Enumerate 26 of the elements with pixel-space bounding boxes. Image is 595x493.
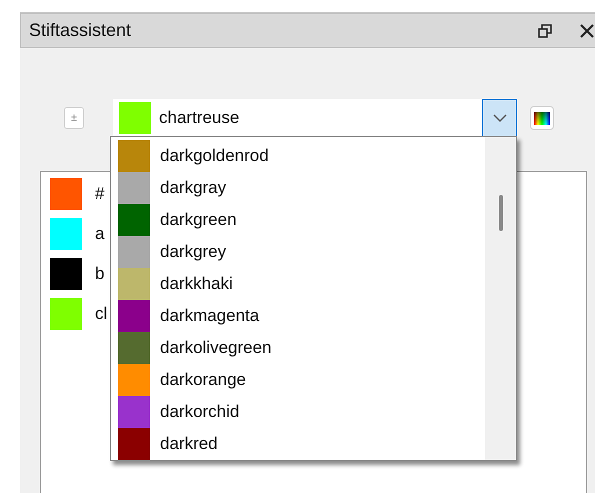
scrollbar-thumb[interactable] [498,195,502,231]
dropdown-item[interactable]: darkorange [118,364,485,396]
chevron-down-icon [492,114,506,122]
pen-label[interactable]: b [95,261,104,287]
panel-title: Stiftassistent [29,19,132,42]
dropdown-item[interactable]: darkkhaki [118,268,485,300]
dropdown-item[interactable]: darkgrey [118,236,485,268]
dropdown-item[interactable]: darkgray [118,172,485,204]
scrollbar[interactable] [485,137,516,460]
combo-value: chartreuse [159,107,240,130]
pen-label[interactable]: cl [95,301,108,327]
color-combo-box[interactable]: chartreuse [113,99,517,137]
dropdown-item[interactable]: darkgoldenrod [118,140,485,172]
pen-label[interactable]: # [95,181,104,207]
dropdown-button[interactable] [482,99,517,137]
plus-minus-button[interactable]: ± [64,107,84,129]
color-picker-button[interactable] [530,106,554,130]
dropdown-item[interactable]: darkmagenta [118,300,485,332]
restore-icon[interactable] [537,22,553,38]
pen-label[interactable]: a [95,221,104,247]
dropdown-item[interactable]: darkgreen [118,204,485,236]
dropdown-item[interactable]: darkorchid [118,396,485,428]
close-icon[interactable] [579,22,595,38]
color-spectrum-icon [534,112,550,124]
dropdown-item[interactable]: darkred [118,428,485,460]
dropdown-item[interactable]: darkolivegreen [118,332,485,364]
